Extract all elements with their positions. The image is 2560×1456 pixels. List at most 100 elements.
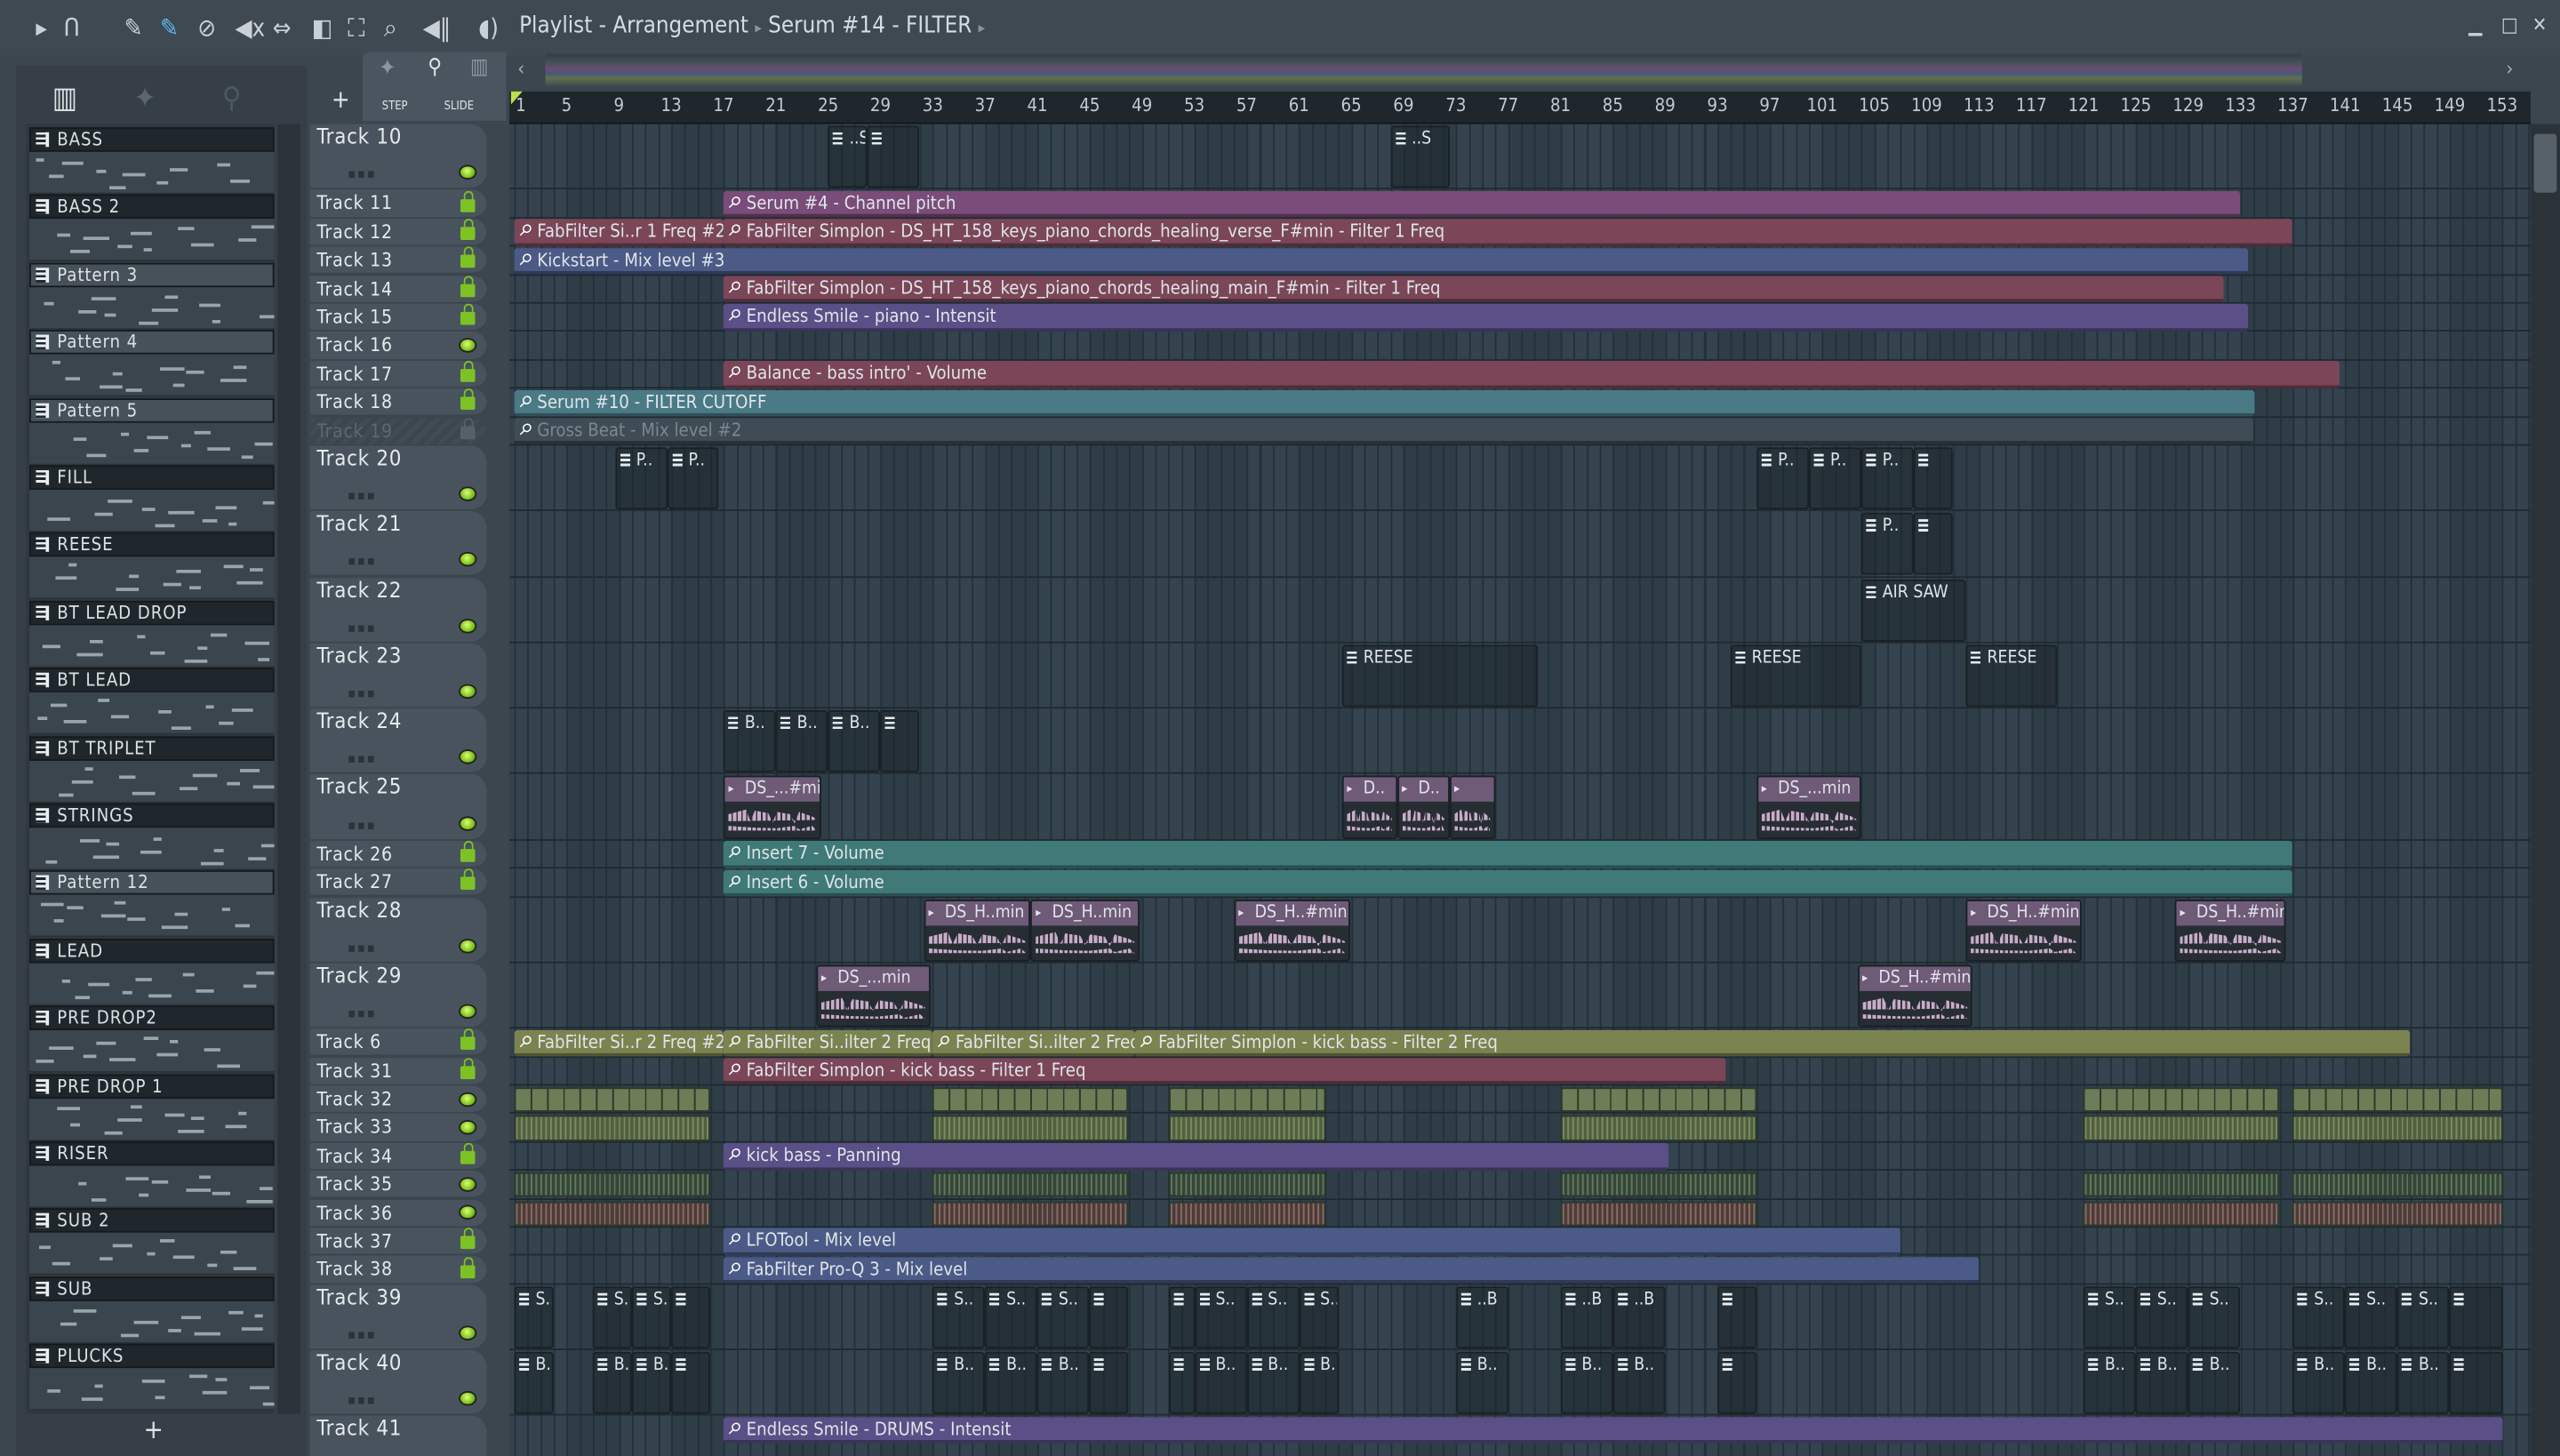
audio-clip[interactable]: DS_H..#min [2175,899,2287,962]
automation-clip[interactable]: FabFilter Si..r 1 Freq #2 [514,219,724,246]
automation-clip[interactable]: Endless Smile - DRUMS - Intensit [723,1416,2502,1444]
pattern-item[interactable]: BASS 2 [29,195,275,262]
delete-icon[interactable]: ⊘ [197,13,216,43]
track-header[interactable]: Track 40 ▪▪▪ [309,1349,487,1416]
mute-icon[interactable]: ◀x [235,13,265,43]
drum-clip[interactable] [514,1116,711,1141]
pattern-clip[interactable]: B.. [2135,1351,2188,1415]
pattern-item[interactable]: BT LEAD [29,668,275,736]
pattern-header[interactable]: REESE [29,532,275,558]
pattern-clip[interactable]: B.. [1612,1351,1666,1415]
slide-toggle[interactable]: SLIDE [444,100,474,113]
track-header[interactable]: Track 13 [309,246,487,276]
drum-clip[interactable] [1560,1172,1757,1198]
grip-icon[interactable]: ▪▪▪ [348,555,376,570]
automation-tab-icon[interactable]: ⚲ [222,82,242,116]
track-header[interactable]: Track 38 [309,1255,487,1284]
pattern-clip[interactable]: S.. [2135,1285,2188,1349]
track-header[interactable]: Track 41▪▪▪ [309,1415,487,1456]
track-enable-led-icon[interactable] [459,1004,477,1020]
pattern-clip[interactable]: S.. [1299,1285,1339,1349]
pattern-header[interactable]: PRE DROP 1 [29,1073,275,1099]
pattern-clip[interactable] [671,1351,711,1415]
pattern-item[interactable]: Pattern 12 [29,870,275,939]
drum-clip[interactable] [932,1200,1130,1227]
pattern-header[interactable]: STRINGS [29,803,275,828]
grip-icon[interactable]: ▪▪▪ [348,620,376,636]
pattern-header[interactable]: SUB [29,1276,275,1301]
pattern-clip[interactable] [2449,1285,2502,1349]
lock-icon[interactable] [460,361,476,382]
pattern-clip[interactable]: S.. [2345,1285,2398,1349]
automation-clip[interactable]: kick bass - Panning [723,1143,1669,1171]
pattern-clip[interactable]: B.. [1455,1351,1508,1415]
track-header[interactable]: Track 35 [309,1171,487,1200]
pattern-clip[interactable]: P.. [667,447,719,510]
vertical-scrollbar[interactable] [2530,124,2560,1456]
track-header[interactable]: Track 36 [309,1199,487,1228]
audio-clip[interactable]: DS_...min [1756,776,1861,839]
grip-icon[interactable]: ▪▪▪ [348,686,376,701]
track-header[interactable]: Track 21 ▪▪▪ [309,511,487,578]
slice-icon[interactable]: ◧ [312,13,332,43]
pattern-header[interactable]: BT TRIPLET [29,735,275,761]
slip-icon[interactable]: ⇔ [273,13,292,43]
track-enable-led-icon[interactable] [459,1205,477,1220]
track-header[interactable]: Track 29 ▪▪▪ [309,963,487,1029]
pattern-clip[interactable] [880,710,920,773]
track-header[interactable]: Track 39 ▪▪▪ [309,1284,487,1350]
pattern-clip[interactable]: B.. [1037,1351,1090,1415]
pattern-header[interactable]: BASS [29,127,275,152]
drum-clip[interactable] [2084,1172,2280,1198]
pattern-clip[interactable] [1913,447,1953,510]
lock-icon[interactable] [460,190,476,212]
track-enable-led-icon[interactable] [459,684,477,700]
pattern-clip[interactable] [1717,1285,1757,1349]
grip-icon[interactable]: ▪▪▪ [348,1393,376,1408]
track-header[interactable]: Track 16 [309,332,487,361]
audio-clip-tab-icon[interactable]: ✦ [134,82,156,116]
minimize-button[interactable]: ▁ [2468,13,2482,36]
pattern-clip[interactable] [671,1285,711,1349]
grip-icon[interactable]: ▪▪▪ [348,818,376,833]
zoom-icon[interactable]: ⌕ [384,13,397,43]
pattern-clip[interactable]: ..B [1612,1285,1666,1349]
pattern-item[interactable]: PRE DROP 1 [29,1073,275,1141]
track-enable-led-icon[interactable] [459,1391,477,1406]
grip-icon[interactable]: ▪▪▪ [348,489,376,504]
automation-icon[interactable]: ⚲ [428,55,442,80]
breadcrumb-current[interactable]: Serum #14 - FILTER [768,13,972,39]
grip-icon[interactable]: ▪▪▪ [348,167,376,182]
automation-clip[interactable]: FabFilter Simplon - DS_HT_158_keys_piano… [723,219,2293,246]
lock-icon[interactable] [460,1029,476,1051]
drum-clip[interactable] [932,1172,1130,1198]
add-pattern-button[interactable]: + [144,1414,164,1445]
audio-clip[interactable]: DS_...min [816,964,931,1028]
pattern-clip[interactable]: REESE [1965,644,2058,708]
automation-clip[interactable]: Endless Smile - piano - Intensit [723,304,2249,332]
pattern-item[interactable]: Pattern 5 [29,397,275,465]
arrangement-overview-scrollbar[interactable] [545,53,2302,87]
track-enable-led-icon[interactable] [459,486,477,502]
speaker-icon[interactable]: ◖) [478,13,499,43]
pattern-clip[interactable]: P.. [1756,447,1810,510]
track-enable-led-icon[interactable] [459,552,477,568]
track-header[interactable]: Track 19 [309,417,487,446]
pattern-header[interactable]: RISER [29,1140,275,1166]
track-enable-led-icon[interactable] [459,618,477,634]
pattern-clip[interactable]: S.. [514,1285,554,1349]
pattern-clip[interactable] [1913,513,1953,576]
track-header[interactable]: Track 18 [309,388,487,418]
pattern-item[interactable]: Pattern 3 [29,262,275,330]
track-header[interactable]: Track 22 ▪▪▪ [309,577,487,644]
scrollbar-thumb[interactable] [2533,133,2557,193]
pattern-clip[interactable]: S.. [1194,1285,1247,1349]
pattern-clip[interactable]: S.. [1037,1285,1090,1349]
track-header[interactable]: Track 37 [309,1228,487,1256]
audio-clip[interactable] [1449,776,1495,839]
automation-clip[interactable]: Kickstart - Mix level #3 [514,247,2249,275]
pattern-header[interactable]: PLUCKS [29,1343,275,1369]
playlist-grid[interactable]: ..S ..S Serum #4 - Channel pitch FabFilter … [509,124,2531,1456]
add-track-button[interactable]: + [332,85,350,115]
track-header[interactable]: Track 27 [309,868,487,898]
